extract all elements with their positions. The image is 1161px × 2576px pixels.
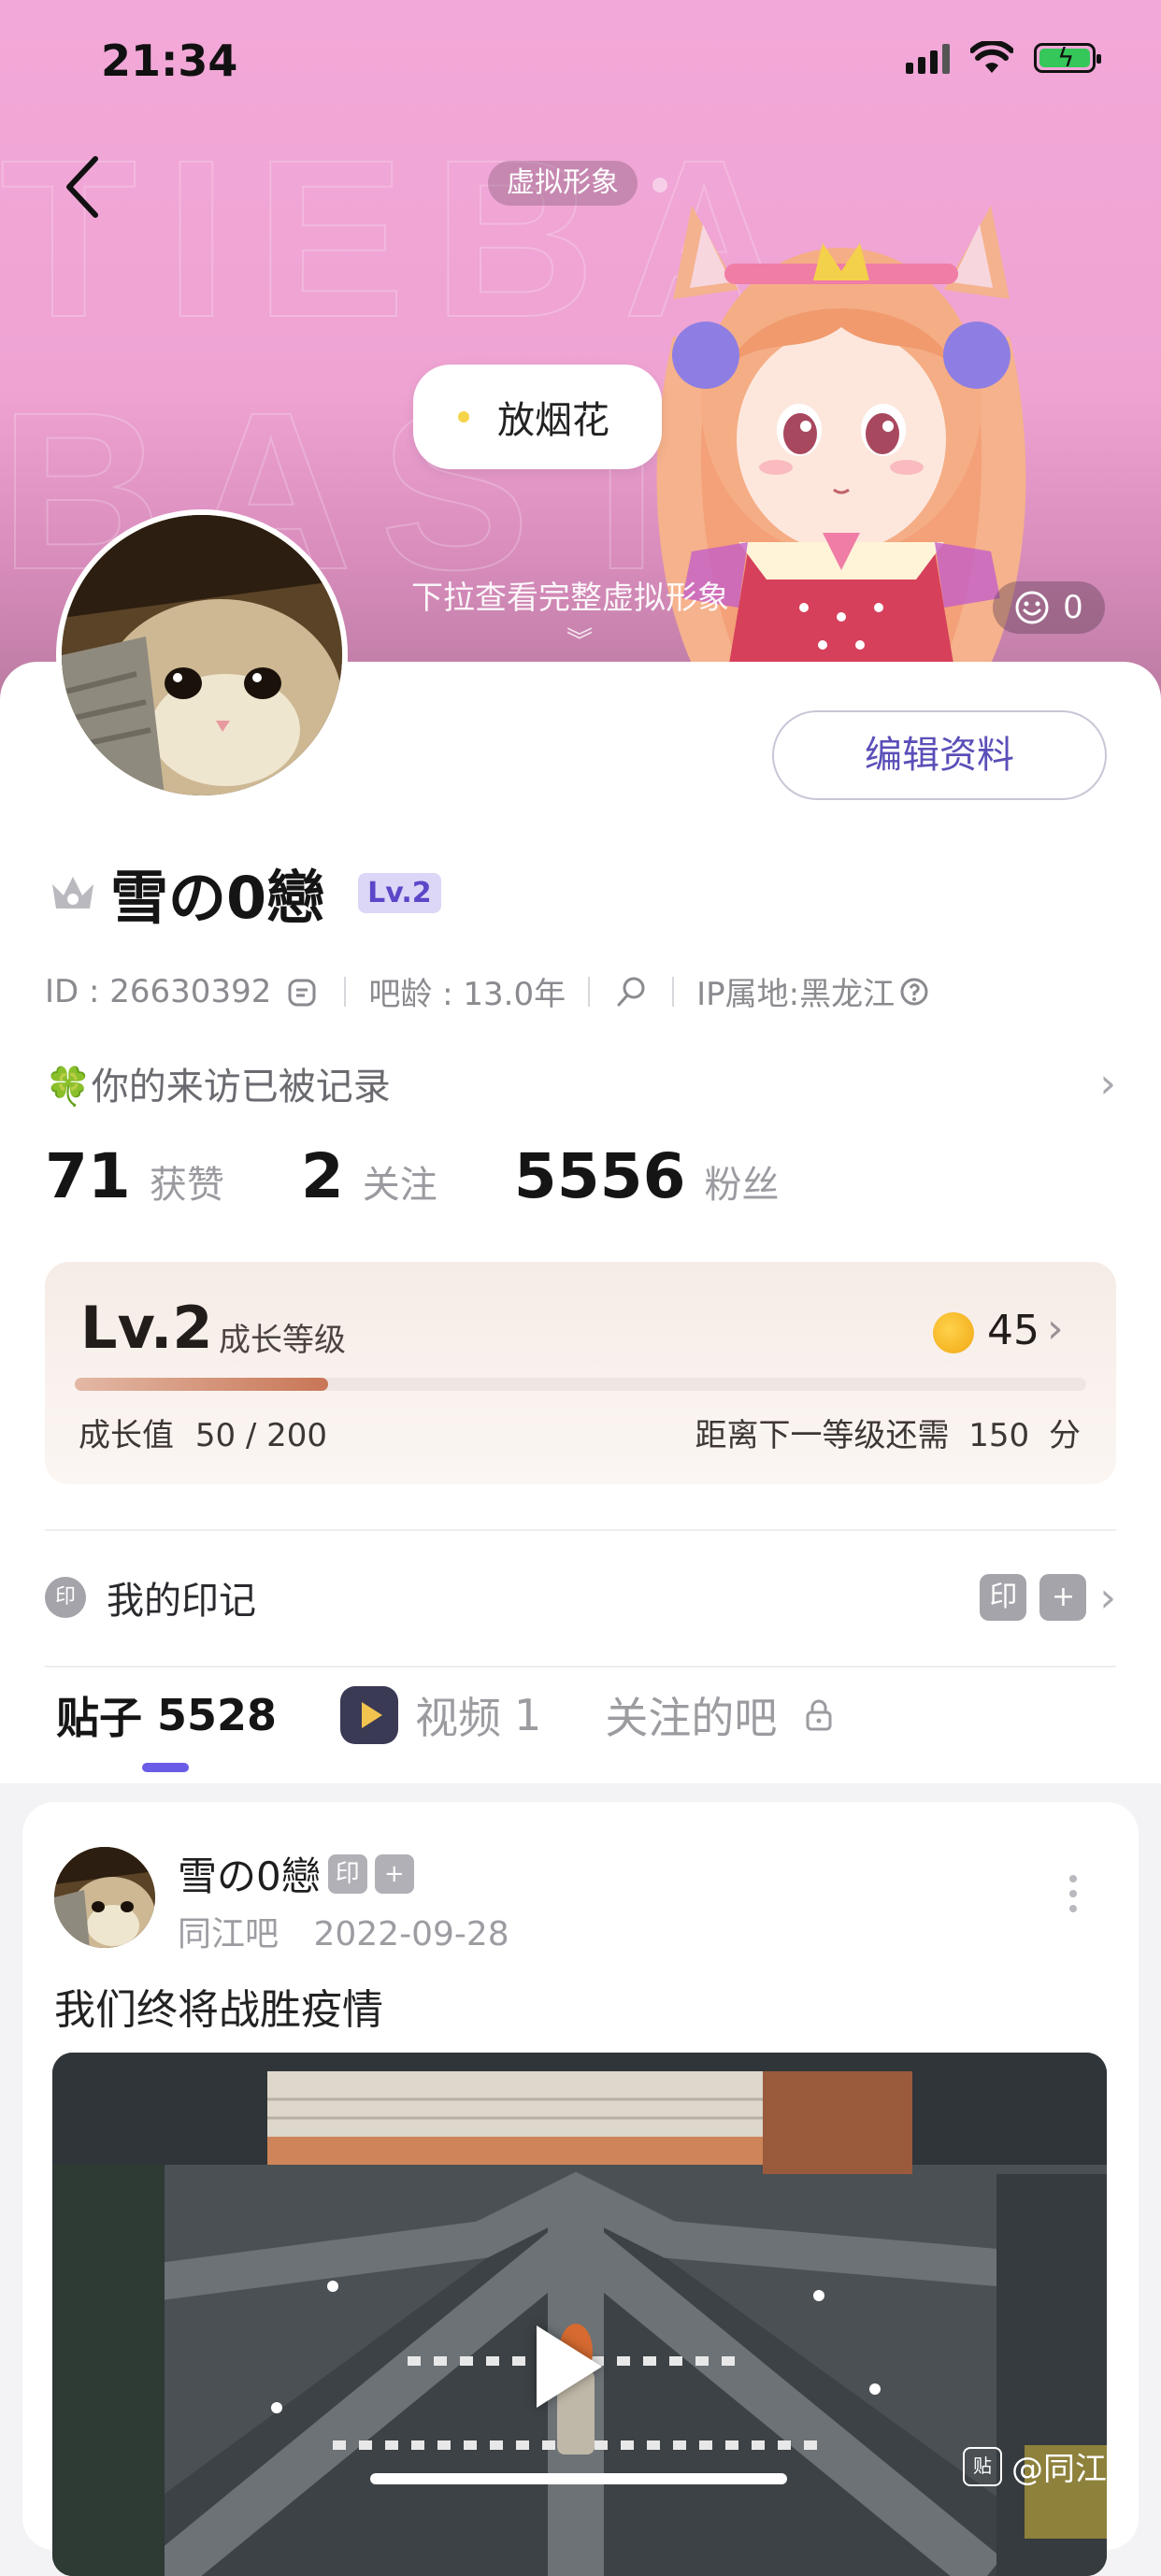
edit-profile-button[interactable]: 编辑资料 — [772, 710, 1107, 800]
user-id: ID : 26630392 — [45, 972, 272, 1010]
tab-posts-label: 贴子 — [56, 1693, 142, 1743]
tab-followed-bars[interactable]: 关注的吧 — [605, 1684, 835, 1746]
help-icon[interactable] — [898, 976, 930, 1008]
bubble-text: 放烟花 — [497, 399, 609, 442]
firework-icon — [458, 411, 469, 422]
cat-photo — [54, 1847, 155, 1948]
search-icon[interactable] — [612, 973, 650, 1010]
coin-icon — [933, 1312, 974, 1353]
tab-videos-label: 视频 — [415, 1693, 502, 1743]
likes-label: 获赞 — [149, 1164, 224, 1207]
pull-down-hint: 下拉查看完整虚拟形象 — [411, 580, 729, 617]
post-author-name[interactable]: 雪の0戀 — [178, 1845, 321, 1902]
battery-icon: ϟ — [1034, 43, 1101, 73]
followers-count[interactable]: 5556 — [514, 1140, 686, 1212]
emoji-reaction-button[interactable]: 0 — [993, 581, 1105, 634]
watermark-text: @同江 — [1011, 2451, 1107, 2488]
mark-badge: 印 — [980, 1574, 1027, 1621]
signal-icon — [906, 42, 950, 74]
level-title: Lv.2 — [80, 1294, 213, 1362]
growth-value: 成长值 50 / 200 — [79, 1410, 327, 1455]
chevron-right-icon: › — [1047, 1305, 1064, 1352]
coin-count: 45 — [987, 1307, 1039, 1354]
post-bar-name[interactable]: 同江吧 — [178, 1915, 279, 1953]
post-video-thumbnail[interactable]: 贴 @同江 — [52, 2053, 1107, 2576]
tieba-logo-icon: 贴 — [963, 2446, 1002, 2486]
mark-icon: 印 — [45, 1577, 86, 1618]
emoji-count: 0 — [1063, 589, 1083, 626]
virtual-avatar-label: 虚拟形象 — [488, 161, 638, 206]
growth-value-text: 50 / 200 — [194, 1417, 328, 1454]
divider — [672, 976, 675, 1007]
tab-posts-count: 5528 — [157, 1690, 278, 1740]
aerial-city-image — [52, 2053, 1107, 2576]
level-badge[interactable]: Lv.2 — [358, 872, 441, 913]
growth-level-card[interactable]: Lv.2 成长等级 45 › 成长值 50 / 200 距离下一等级还需 150… — [45, 1262, 1116, 1484]
post-author: 雪の0戀 印 + — [178, 1845, 414, 1902]
tab-videos[interactable]: 视频 1 — [340, 1684, 541, 1746]
growth-progress-bar — [75, 1378, 1086, 1391]
avatar[interactable] — [56, 509, 348, 801]
my-marks-label: 我的印记 — [107, 1580, 256, 1623]
meta-row: ID : 26630392 吧龄 : 13.0年 IP属地:黑龙江 — [45, 968, 930, 1014]
add-mark-icon[interactable]: + — [374, 1853, 414, 1894]
play-icon[interactable] — [537, 2326, 602, 2408]
likes-count[interactable]: 71 — [45, 1140, 131, 1212]
post-meta: 同江吧 2022-09-28 — [178, 1907, 509, 1955]
more-options-icon[interactable] — [1069, 1875, 1077, 1912]
wifi-icon — [970, 41, 1013, 73]
chevron-right-icon: › — [1099, 1573, 1116, 1622]
visit-record-text: 🍀你的来访已被记录 — [45, 1066, 391, 1109]
status-icons: ϟ — [906, 41, 1101, 75]
next-level-need: 距离下一等级还需 150 分 — [695, 1410, 1081, 1455]
chevron-down-icon: ︾ — [566, 625, 594, 656]
mark-badges: 印 + › — [980, 1574, 1116, 1622]
video-watermark: 贴 @同江 — [963, 2443, 1107, 2489]
tab-followed-bars-label: 关注的吧 — [605, 1693, 778, 1743]
home-indicator — [370, 2473, 787, 2484]
post-date: 2022-09-28 — [313, 1915, 509, 1953]
back-arrow-icon[interactable] — [56, 150, 112, 224]
add-mark-icon[interactable]: + — [1039, 1574, 1087, 1621]
growth-value-label: 成长值 — [79, 1417, 174, 1454]
divider — [344, 976, 347, 1007]
copy-icon[interactable] — [284, 973, 322, 1010]
following-label: 关注 — [362, 1164, 437, 1207]
next-level-value: 150 — [968, 1417, 1030, 1454]
mark-badge: 印 — [327, 1853, 367, 1894]
crown-icon — [52, 877, 93, 909]
stats-row: 71 获赞 2 关注 5556 粉丝 — [45, 1140, 856, 1212]
divider — [588, 976, 591, 1007]
status-time: 21:34 — [101, 36, 238, 86]
lock-icon — [806, 1699, 832, 1731]
video-icon — [340, 1686, 399, 1744]
post-title[interactable]: 我们终将战胜疫情 — [54, 1976, 383, 2036]
active-tab-indicator — [142, 1763, 189, 1772]
section-divider — [45, 1529, 1116, 1531]
ip-location: IP属地:黑龙江 — [696, 976, 896, 1013]
followers-label: 粉丝 — [704, 1164, 780, 1207]
smile-icon — [1015, 591, 1049, 624]
username: 雪の0戀 — [110, 864, 325, 932]
visit-record-row[interactable]: 🍀你的来访已被记录 › — [45, 1056, 1116, 1110]
profile-tabs: 贴子 5528 视频 1 关注的吧 — [56, 1684, 898, 1746]
my-marks-row[interactable]: 印 我的印记 印 + › — [45, 1570, 1116, 1624]
name-row: 雪の0戀 Lv.2 — [49, 851, 441, 935]
tab-videos-count: 1 — [514, 1690, 542, 1740]
bar-age: 吧龄 : 13.0年 — [368, 976, 566, 1013]
tab-posts[interactable]: 贴子 5528 — [56, 1684, 277, 1746]
next-level-unit: 分 — [1049, 1417, 1081, 1454]
following-count[interactable]: 2 — [301, 1140, 344, 1212]
chevron-right-icon: › — [1099, 1059, 1116, 1108]
post-author-avatar[interactable] — [54, 1847, 155, 1948]
cat-photo — [62, 515, 342, 795]
speech-bubble: 放烟花 — [413, 365, 662, 469]
level-subtitle: 成长等级 — [219, 1322, 346, 1359]
next-level-label: 距离下一等级还需 — [695, 1417, 950, 1454]
section-divider — [45, 1666, 1116, 1667]
growth-progress-fill — [75, 1378, 328, 1391]
post-card[interactable]: 雪の0戀 印 + 同江吧 2022-09-28 我们终将战胜疫情 贴 @同江 — [22, 1802, 1139, 2576]
